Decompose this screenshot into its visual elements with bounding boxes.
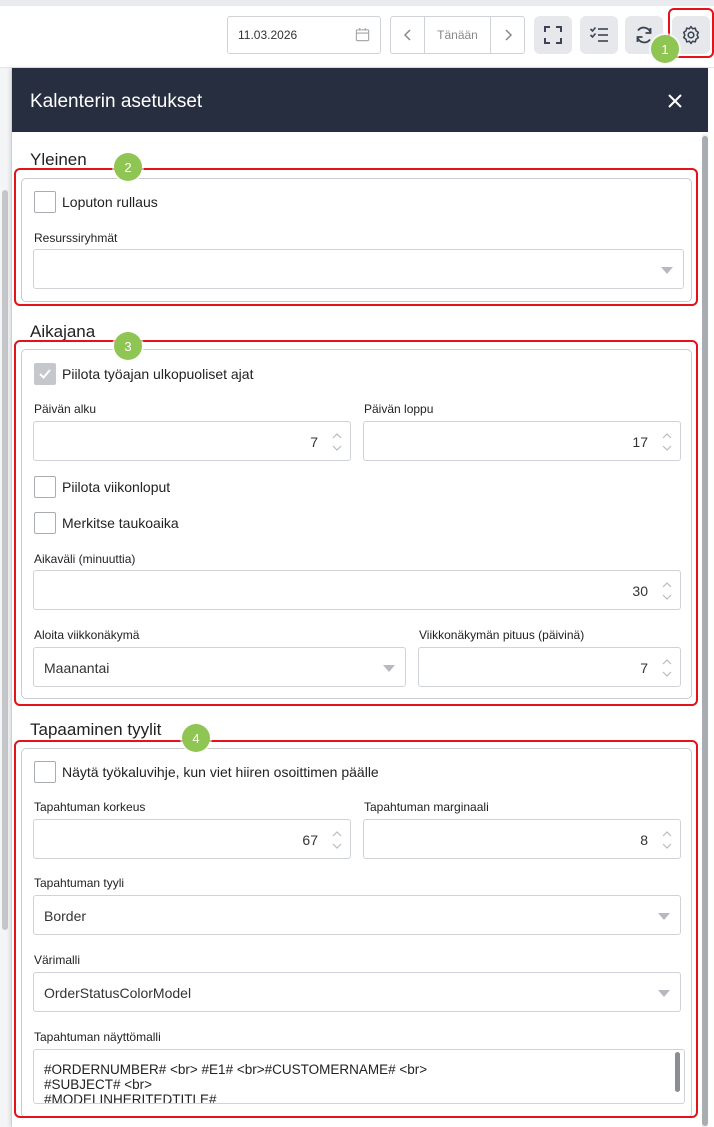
chevron-right-icon (504, 29, 512, 41)
panel-header: Kalenterin asetukset (12, 68, 708, 132)
next-button[interactable] (491, 17, 524, 53)
previous-button[interactable] (391, 17, 424, 53)
highlight-general-section (14, 168, 698, 306)
panel-title: Kalenterin asetukset (30, 91, 203, 112)
date-picker-input[interactable]: 11.03.2026 (227, 16, 381, 54)
annotation-badge-1: 1 (651, 35, 679, 63)
section-title-timeline: Aikajana (30, 322, 96, 341)
refresh-icon (636, 26, 652, 44)
fullscreen-icon (544, 26, 562, 44)
section-title-appointment-styles: Tapaaminen tyylit (30, 720, 162, 739)
annotation-badge-2: 2 (114, 153, 142, 181)
annotation-badge-3: 3 (114, 332, 142, 360)
background-calendar-edge (0, 68, 12, 1127)
panel-scrollbar[interactable] (702, 134, 708, 1127)
calendar-toolbar: 11.03.2026 Tänään (0, 6, 714, 68)
section-title-general: Yleinen (30, 150, 87, 169)
calendar-icon[interactable] (355, 27, 370, 42)
task-list-button[interactable] (580, 16, 618, 54)
chevron-left-icon (403, 29, 411, 41)
fullscreen-button[interactable] (534, 16, 572, 54)
close-icon[interactable] (668, 94, 682, 108)
panel-scrollbar-thumb[interactable] (702, 136, 708, 1126)
highlight-timeline-section (14, 340, 698, 706)
date-value: 11.03.2026 (238, 28, 298, 42)
today-button[interactable]: Tänään (424, 17, 491, 53)
highlight-appointment-styles-section (14, 740, 698, 1118)
annotation-badge-4: 4 (182, 724, 210, 752)
date-navigation: Tänään (390, 16, 525, 54)
checklist-icon (589, 26, 608, 42)
background-scrollbar[interactable] (2, 190, 8, 930)
